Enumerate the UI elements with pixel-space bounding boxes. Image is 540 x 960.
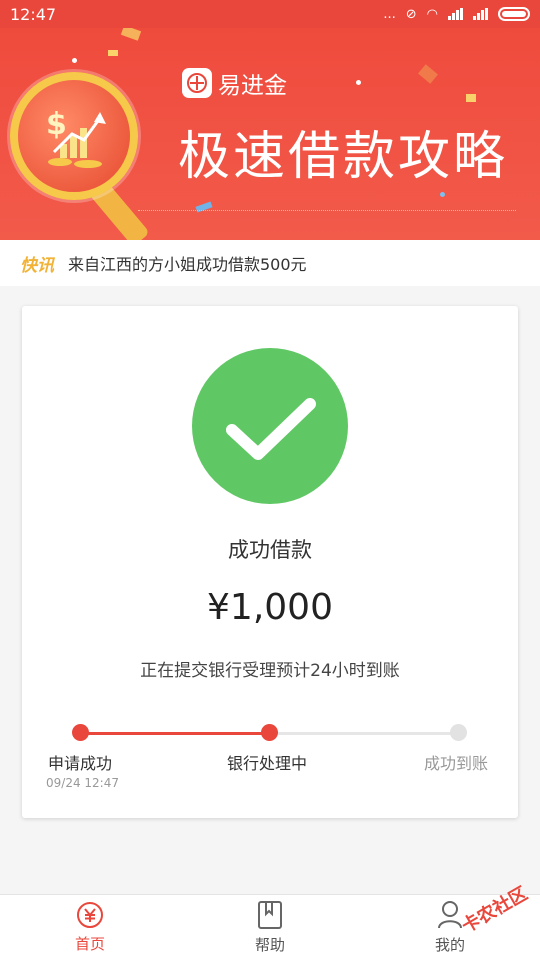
banner-title: 极速借款攻略: [178, 127, 509, 187]
tab-home[interactable]: 首页: [0, 895, 180, 960]
progress-track-pending: [270, 732, 460, 735]
magnifier-icon: $: [10, 72, 138, 200]
tab-mine-label: 我的: [434, 936, 465, 954]
bottom-tab-bar: 首页 帮助 我的: [0, 894, 540, 960]
status-icons: ... ⊘ ◠: [383, 7, 530, 22]
loan-amount: ¥1,000: [207, 587, 333, 628]
silent-icon: ⊘: [405, 6, 417, 22]
news-ticker[interactable]: 快讯 来自江西的方小姐成功借款500元: [0, 240, 540, 286]
tab-help[interactable]: 帮助: [180, 895, 360, 960]
success-check-icon: [192, 348, 348, 504]
brand: 易进金: [182, 66, 287, 100]
brand-logo-icon: [182, 68, 212, 98]
more-dots-icon: ...: [383, 6, 396, 22]
status-bar: 12:47 ... ⊘ ◠: [0, 0, 540, 28]
book-icon: [258, 901, 282, 929]
loan-result-card: 成功借款 ¥1,000 正在提交银行受理预计24小时到账 申请成功 09/24 …: [22, 306, 518, 818]
tab-help-label: 帮助: [254, 936, 285, 954]
loan-note: 正在提交银行受理预计24小时到账: [140, 661, 400, 681]
status-time: 12:47: [10, 4, 57, 24]
signal-icon: [473, 8, 488, 20]
progress-track-done: [80, 732, 270, 735]
banner-divider: [138, 181, 516, 211]
brand-name: 易进金: [218, 73, 287, 99]
wifi-icon: ◠: [426, 6, 438, 22]
news-text: 来自江西的方小姐成功借款500元: [68, 255, 307, 274]
svg-text:$: $: [46, 107, 67, 142]
battery-icon: [498, 7, 530, 21]
promo-banner[interactable]: $ 易进金 极速借款攻略: [0, 28, 540, 240]
progress-steps: 申请成功 09/24 12:47 银行处理中 成功到账: [22, 724, 518, 794]
step-dot-applied: [72, 724, 89, 741]
step-dot-arrived: [450, 724, 467, 741]
step-label-processing: 银行处理中: [227, 754, 308, 773]
yuan-icon: [77, 902, 103, 928]
step-dot-processing: [261, 724, 278, 741]
news-tag: 快讯: [20, 255, 54, 276]
step-label-arrived: 成功到账: [424, 754, 489, 773]
step-date-applied: 09/24 12:47: [46, 776, 119, 790]
signal-icon: [448, 8, 463, 20]
step-label-applied: 申请成功: [48, 754, 113, 773]
tab-home-label: 首页: [74, 935, 105, 953]
loan-status: 成功借款: [228, 538, 312, 562]
